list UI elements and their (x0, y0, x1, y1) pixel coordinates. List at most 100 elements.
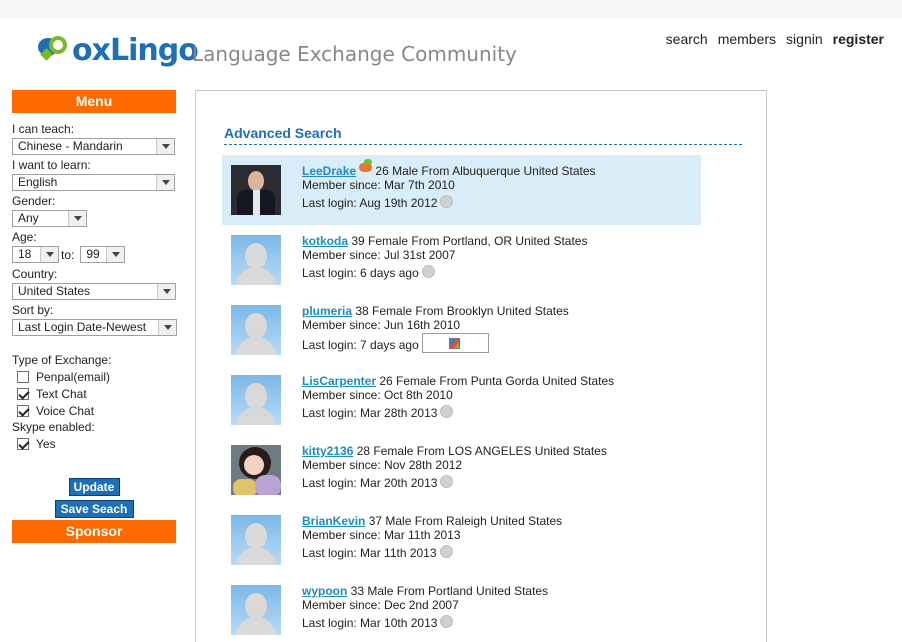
teach-select[interactable]: Chinese - Mandarin (12, 138, 175, 155)
default-avatar[interactable] (231, 585, 281, 635)
voice-chat-label: Voice Chat (36, 404, 95, 418)
member-since: Member since: Jun 16th 2010 (302, 318, 461, 332)
logo[interactable]: oxLingo (38, 30, 199, 70)
skype-yes-label: Yes (36, 437, 56, 451)
age-row: 18 to: 99 (12, 246, 176, 263)
voice-chat-checkbox[interactable] (17, 405, 29, 417)
member-username-link[interactable]: LisCarpenter (302, 374, 376, 388)
last-login: Last login: Mar 11th 2013 (302, 546, 437, 560)
save-search-button[interactable]: Save Seach (54, 500, 134, 518)
country-select[interactable]: United States (12, 283, 176, 300)
sort-label: Sort by: (12, 303, 54, 317)
gender-select[interactable]: Any (12, 210, 87, 227)
default-avatar[interactable] (231, 375, 281, 425)
default-avatar[interactable] (231, 305, 281, 355)
results-panel: Advanced Search LeeDrake 26 Male From Al… (195, 90, 767, 642)
default-avatar[interactable] (231, 235, 281, 285)
nav-search-link[interactable]: search (666, 31, 708, 47)
offline-status-icon (440, 475, 454, 489)
menu-header: Menu (12, 90, 176, 113)
plugin-box[interactable] (421, 333, 489, 353)
country-label: Country: (12, 267, 58, 281)
member-username-link[interactable]: plumeria (302, 304, 352, 318)
last-login: Last login: 7 days ago (302, 338, 419, 353)
member-details: 39 Female From Portland, OR United State… (351, 234, 588, 248)
offline-status-icon (440, 405, 454, 419)
member-details: 26 Female From Punta Gorda United States (379, 374, 615, 388)
member-since: Member since: Mar 7th 2010 (302, 178, 455, 192)
member-row: LeeDrake 26 Male From Albuquerque United… (222, 155, 701, 225)
member-details: 37 Male From Raleigh United States (368, 514, 563, 528)
member-username-link[interactable]: LeeDrake (302, 164, 356, 178)
age-from-select[interactable]: 18 (12, 246, 59, 263)
member-since: Member since: Dec 2nd 2007 (302, 598, 459, 612)
chevron-down-icon (158, 320, 176, 335)
member-since: Member since: Nov 28th 2012 (302, 458, 463, 472)
skype-option[interactable]: Yes (12, 437, 176, 451)
chevron-down-icon (156, 139, 174, 154)
penpal-label: Penpal(email) (36, 370, 111, 384)
chevron-down-icon (68, 211, 86, 226)
logo-text: oxLingo (72, 32, 199, 68)
learn-select-value: English (18, 175, 58, 189)
nav-members-link[interactable]: members (718, 31, 776, 47)
member-username-link[interactable]: kitty2136 (302, 444, 353, 458)
member-row: kotkoda 39 Female From Portland, OR Unit… (222, 225, 701, 295)
chat-icon[interactable] (359, 159, 373, 173)
member-row: BrianKevin 37 Male From Raleigh United S… (222, 505, 701, 575)
member-username-link[interactable]: kotkoda (302, 234, 348, 248)
nav-register-link[interactable]: register (833, 31, 884, 47)
chevron-down-icon (157, 284, 175, 299)
sort-select-value: Last Login Date-Newest (18, 320, 147, 334)
age-to-select[interactable]: 99 (80, 246, 126, 263)
default-avatar[interactable] (231, 515, 281, 565)
age-to-label: to: (61, 247, 75, 262)
page-title: Advanced Search (224, 125, 342, 141)
chevron-down-icon (106, 247, 125, 262)
teach-label: I can teach: (12, 122, 75, 136)
logo-icon (38, 32, 74, 68)
text-chat-checkbox[interactable] (17, 388, 29, 400)
nav-signin-link[interactable]: signin (786, 31, 823, 47)
offline-status-icon (440, 615, 454, 629)
gender-select-value: Any (18, 211, 39, 225)
country-select-value: United States (18, 284, 91, 298)
member-since: Member since: Oct 8th 2010 (302, 388, 453, 402)
penpal-option[interactable]: Penpal(email) (12, 370, 176, 384)
member-row: wypoon 33 Male From Portland United Stat… (222, 575, 701, 642)
text-chat-label: Text Chat (36, 387, 87, 401)
last-login: Last login: 6 days ago (302, 266, 419, 280)
plugin-icon (448, 338, 460, 349)
skype-checkbox[interactable] (17, 438, 29, 450)
learn-label: I want to learn: (12, 158, 91, 172)
top-strip (0, 0, 902, 18)
exchange-label: Type of Exchange: (12, 353, 112, 367)
member-username-link[interactable]: wypoon (302, 584, 347, 598)
last-login: Last login: Mar 28th 2013 (302, 406, 438, 420)
member-photo[interactable] (231, 445, 281, 495)
sponsor-header: Sponsor (12, 520, 176, 543)
member-username-link[interactable]: BrianKevin (302, 514, 365, 528)
sort-select[interactable]: Last Login Date-Newest (12, 319, 177, 336)
learn-select[interactable]: English (12, 174, 175, 191)
member-row: plumeria 38 Female From Brooklyn United … (222, 295, 701, 365)
voice-chat-option[interactable]: Voice Chat (12, 404, 176, 418)
offline-status-icon (439, 545, 453, 559)
last-login: Last login: Mar 10th 2013 (302, 616, 438, 630)
last-login: Last login: Mar 20th 2013 (302, 476, 438, 490)
chevron-down-icon (40, 247, 58, 262)
member-since: Member since: Mar 11th 2013 (302, 528, 461, 542)
offline-status-icon (440, 195, 454, 209)
offline-status-icon (421, 265, 435, 279)
update-button[interactable]: Update (68, 478, 120, 496)
skype-label: Skype enabled: (12, 420, 95, 434)
member-details: 38 Female From Brooklyn United States (355, 304, 569, 318)
age-from-value: 18 (18, 247, 32, 261)
tagline: Language Exchange Community (192, 42, 517, 66)
member-details: 28 Female From LOS ANGELES United States (356, 444, 607, 458)
penpal-checkbox[interactable] (17, 371, 29, 383)
sidebar: Menu I can teach: Chinese - Mandarin I w… (12, 90, 177, 543)
member-photo[interactable] (231, 165, 281, 215)
member-row: LisCarpenter 26 Female From Punta Gorda … (222, 365, 701, 435)
text-chat-option[interactable]: Text Chat (12, 387, 176, 401)
